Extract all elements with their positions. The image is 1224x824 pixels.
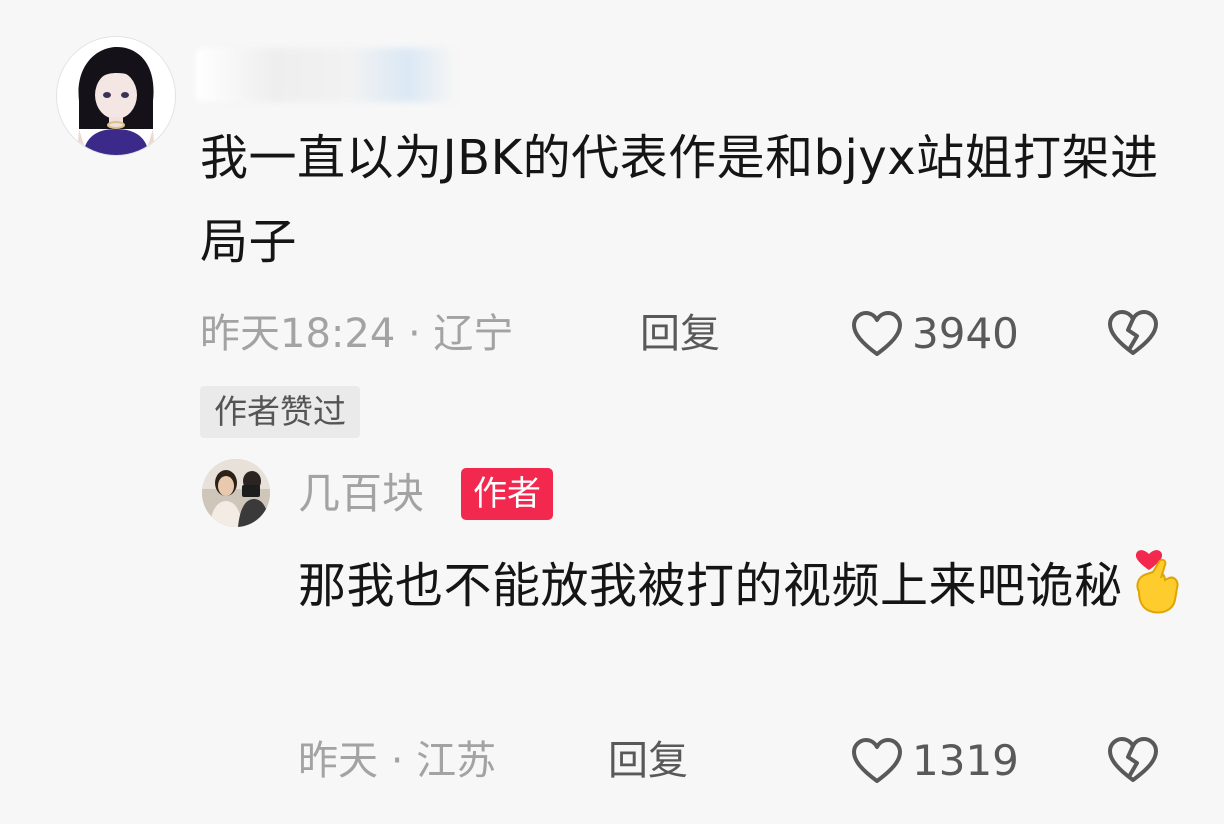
comment-text: 我一直以为JBK的代表作是和bjyx站姐打架进局子 xyxy=(200,130,1159,270)
broken-heart-icon xyxy=(1108,310,1158,355)
replier-username[interactable]: 几百块 xyxy=(298,466,424,522)
broken-heart-icon xyxy=(1108,737,1158,782)
comment-like-count: 3940 xyxy=(912,309,1019,358)
heart-outline-icon xyxy=(852,738,902,783)
author-badge: 作者 xyxy=(461,468,553,520)
finger-heart-emoji-icon xyxy=(1129,544,1185,642)
reply-time-location: 昨天 · 江苏 xyxy=(298,738,497,784)
comment-like-button[interactable]: 3940 xyxy=(850,304,1019,364)
comment-meta-row: 昨天18:24 · 辽宁 回复 3940 xyxy=(200,304,1180,364)
comment-reply-button[interactable]: 回复 xyxy=(640,304,720,364)
heart-outline-icon xyxy=(852,311,902,356)
reply-like-button[interactable]: 1319 xyxy=(850,731,1019,791)
commenter-avatar[interactable] xyxy=(56,36,176,156)
anime-girl-avatar-icon xyxy=(57,37,175,155)
comment-dislike-button[interactable] xyxy=(1106,308,1160,375)
replier-avatar[interactable] xyxy=(202,459,270,527)
author-liked-badge: 作者赞过 xyxy=(200,386,360,438)
reply-reply-button[interactable]: 回复 xyxy=(608,731,688,791)
reply-text: 那我也不能放我被打的视频上来吧诡秘 xyxy=(298,558,1123,614)
comment-thread: 我一直以为JBK的代表作是和bjyx站姐打架进局子 昨天18:24 · 辽宁 回… xyxy=(0,0,1224,824)
reply-meta-row: 昨天 · 江苏 回复 1319 xyxy=(200,731,1180,791)
reply-text-block: 那我也不能放我被打的视频上来吧诡秘 xyxy=(298,544,1198,642)
comment-time-location: 昨天18:24 · 辽宁 xyxy=(200,311,514,357)
reply-dislike-button[interactable] xyxy=(1106,735,1160,802)
user-photo-avatar-icon xyxy=(202,459,270,527)
reply-like-count: 1319 xyxy=(912,736,1019,785)
commenter-username-blurred[interactable] xyxy=(196,48,454,102)
